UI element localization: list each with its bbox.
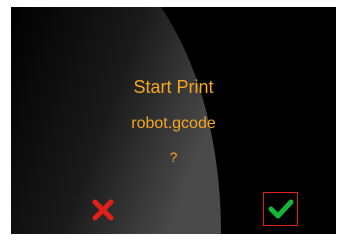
x-icon (92, 199, 114, 221)
dialog-title: Start Print (133, 77, 214, 97)
confirm-button[interactable] (263, 192, 298, 226)
question-mark: ? (169, 149, 178, 165)
file-name: robot.gcode (131, 115, 216, 132)
print-confirm-screen: Start Print robot.gcode ? (11, 7, 336, 234)
checkmark-icon (268, 199, 293, 219)
cancel-button[interactable] (90, 197, 116, 223)
